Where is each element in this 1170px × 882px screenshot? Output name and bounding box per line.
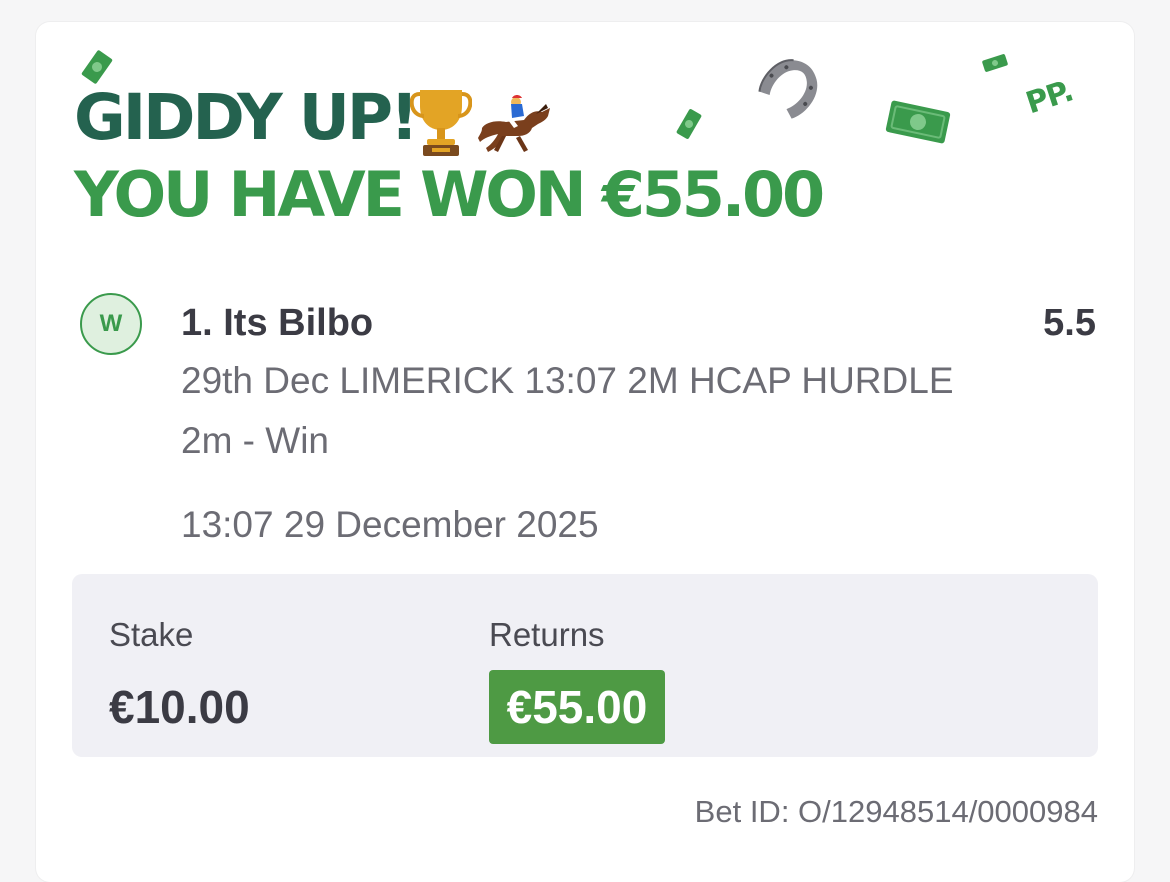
stake-value: €10.00 (109, 681, 250, 733)
banknote-icon (81, 50, 113, 84)
banknote-icon (676, 109, 702, 139)
banknote-icon (982, 54, 1008, 72)
stake-returns-panel: Stake Returns €10.00 €55.00 (72, 574, 1098, 757)
win-badge: W (80, 293, 142, 355)
headline-giddy-up: GIDDY UP! (74, 81, 419, 154)
brand-logo: PP. (1021, 73, 1078, 122)
returns-label: Returns (489, 616, 605, 653)
selection-odds: 5.5 (1043, 302, 1096, 344)
headline-winnings: YOU HAVE WON €55.00 (74, 158, 825, 231)
horseshoe-icon (758, 59, 818, 119)
event-description: 29th Dec LIMERICK 13:07 2M HCAP HURDLE (181, 360, 954, 401)
trophy-icon (410, 90, 472, 156)
horse-racing-icon (478, 95, 550, 152)
returns-value: €55.00 (489, 670, 665, 744)
stake-label: Stake (109, 616, 194, 653)
selection-name: 1. Its Bilbo (181, 302, 374, 344)
win-banner: GIDDY UP! YOU HAVE WON €55.00 PP. (36, 22, 1134, 252)
bet-id: Bet ID: O/12948514/0000984 (694, 794, 1098, 829)
market-description: 2m - Win (181, 420, 329, 461)
banknote-icon (885, 100, 951, 144)
event-datetime: 13:07 29 December 2025 (181, 504, 599, 545)
bet-card: GIDDY UP! YOU HAVE WON €55.00 PP. W 1. I… (36, 22, 1134, 882)
